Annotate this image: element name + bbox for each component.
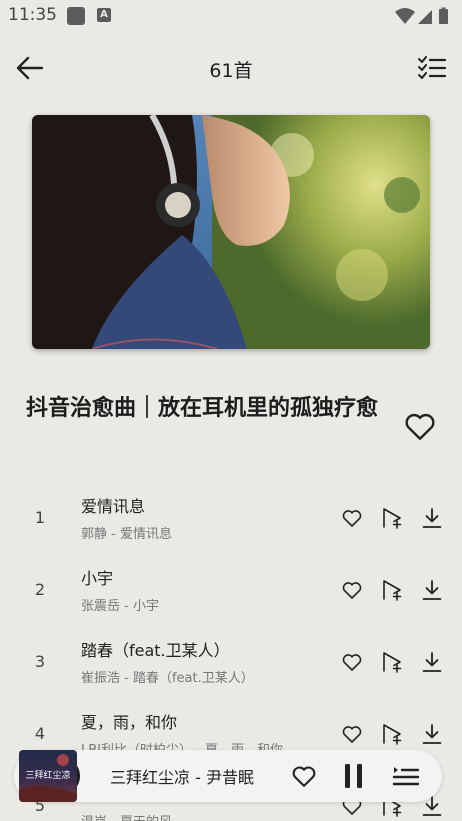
song-index: 4 bbox=[34, 724, 46, 743]
song-title: 踏春（feat.卫某人） bbox=[81, 641, 230, 660]
list-item[interactable]: 3 踏春（feat.卫某人） 崔振浩 - 踏春（feat.卫某人） bbox=[0, 626, 462, 698]
playlist-add-icon[interactable] bbox=[380, 578, 404, 602]
heart-outline-icon[interactable] bbox=[340, 578, 364, 602]
list-item[interactable]: 1 爱情讯息 郭静 - 爱情讯息 bbox=[0, 482, 462, 554]
wifi-signal-battery-icon bbox=[395, 7, 448, 24]
song-artist-album: 郭静 - 爱情讯息 bbox=[81, 527, 172, 542]
keyboard-notification-icon: A bbox=[97, 8, 111, 22]
heart-outline-icon[interactable] bbox=[340, 650, 364, 674]
heart-outline-icon bbox=[292, 766, 316, 787]
pause-icon bbox=[345, 764, 362, 788]
status-time: 11:35 bbox=[8, 5, 57, 25]
playlist-title: 抖音治愈曲｜放在耳机里的孤独疗愈 bbox=[26, 396, 379, 421]
heart-outline-icon[interactable] bbox=[340, 722, 364, 746]
song-title: 爱情讯息 bbox=[81, 497, 146, 516]
playlist-add-icon[interactable] bbox=[380, 722, 404, 746]
page-title: 61首 bbox=[209, 60, 253, 82]
song-title: 夏，雨，和你 bbox=[81, 713, 178, 732]
checklist-icon bbox=[418, 56, 447, 79]
queue-icon bbox=[392, 767, 420, 786]
song-index: 2 bbox=[34, 580, 46, 599]
playlist-cover-image bbox=[32, 115, 430, 349]
download-icon[interactable] bbox=[420, 578, 444, 602]
download-icon[interactable] bbox=[420, 722, 444, 746]
playlist-add-icon[interactable] bbox=[380, 650, 404, 674]
status-bar: 11:35 A bbox=[0, 0, 462, 32]
download-icon[interactable] bbox=[420, 650, 444, 674]
favorite-playlist-button[interactable] bbox=[402, 408, 438, 444]
song-artist-album: 温岚 - 夏天的风 bbox=[81, 811, 172, 821]
song-title: 小宇 bbox=[81, 569, 114, 588]
song-artist-album: 张震岳 - 小宇 bbox=[81, 599, 159, 614]
multi-select-button[interactable] bbox=[416, 52, 448, 84]
player-album-art[interactable]: 三拜红尘凉 bbox=[19, 750, 77, 802]
download-icon[interactable] bbox=[420, 506, 444, 530]
playlist-add-icon[interactable] bbox=[380, 506, 404, 530]
now-playing-text[interactable]: 三拜红尘凉 - 尹昔眠 bbox=[110, 764, 254, 788]
system-status-icons bbox=[394, 6, 454, 30]
list-item[interactable]: 2 小宇 张震岳 - 小宇 bbox=[0, 554, 462, 626]
pause-button[interactable] bbox=[340, 762, 368, 790]
song-index: 3 bbox=[34, 652, 46, 671]
song-artist-album: 崔振浩 - 踏春（feat.卫某人） bbox=[81, 671, 254, 686]
notification-icon bbox=[67, 7, 85, 25]
queue-button[interactable] bbox=[392, 762, 420, 790]
album-art-text: 三拜红尘凉 bbox=[25, 769, 70, 781]
player-like-button[interactable] bbox=[290, 762, 318, 790]
app-bar: 61首 bbox=[0, 40, 462, 96]
song-index: 1 bbox=[34, 508, 46, 527]
heart-outline-icon[interactable] bbox=[340, 506, 364, 530]
heart-outline-icon bbox=[405, 413, 435, 440]
